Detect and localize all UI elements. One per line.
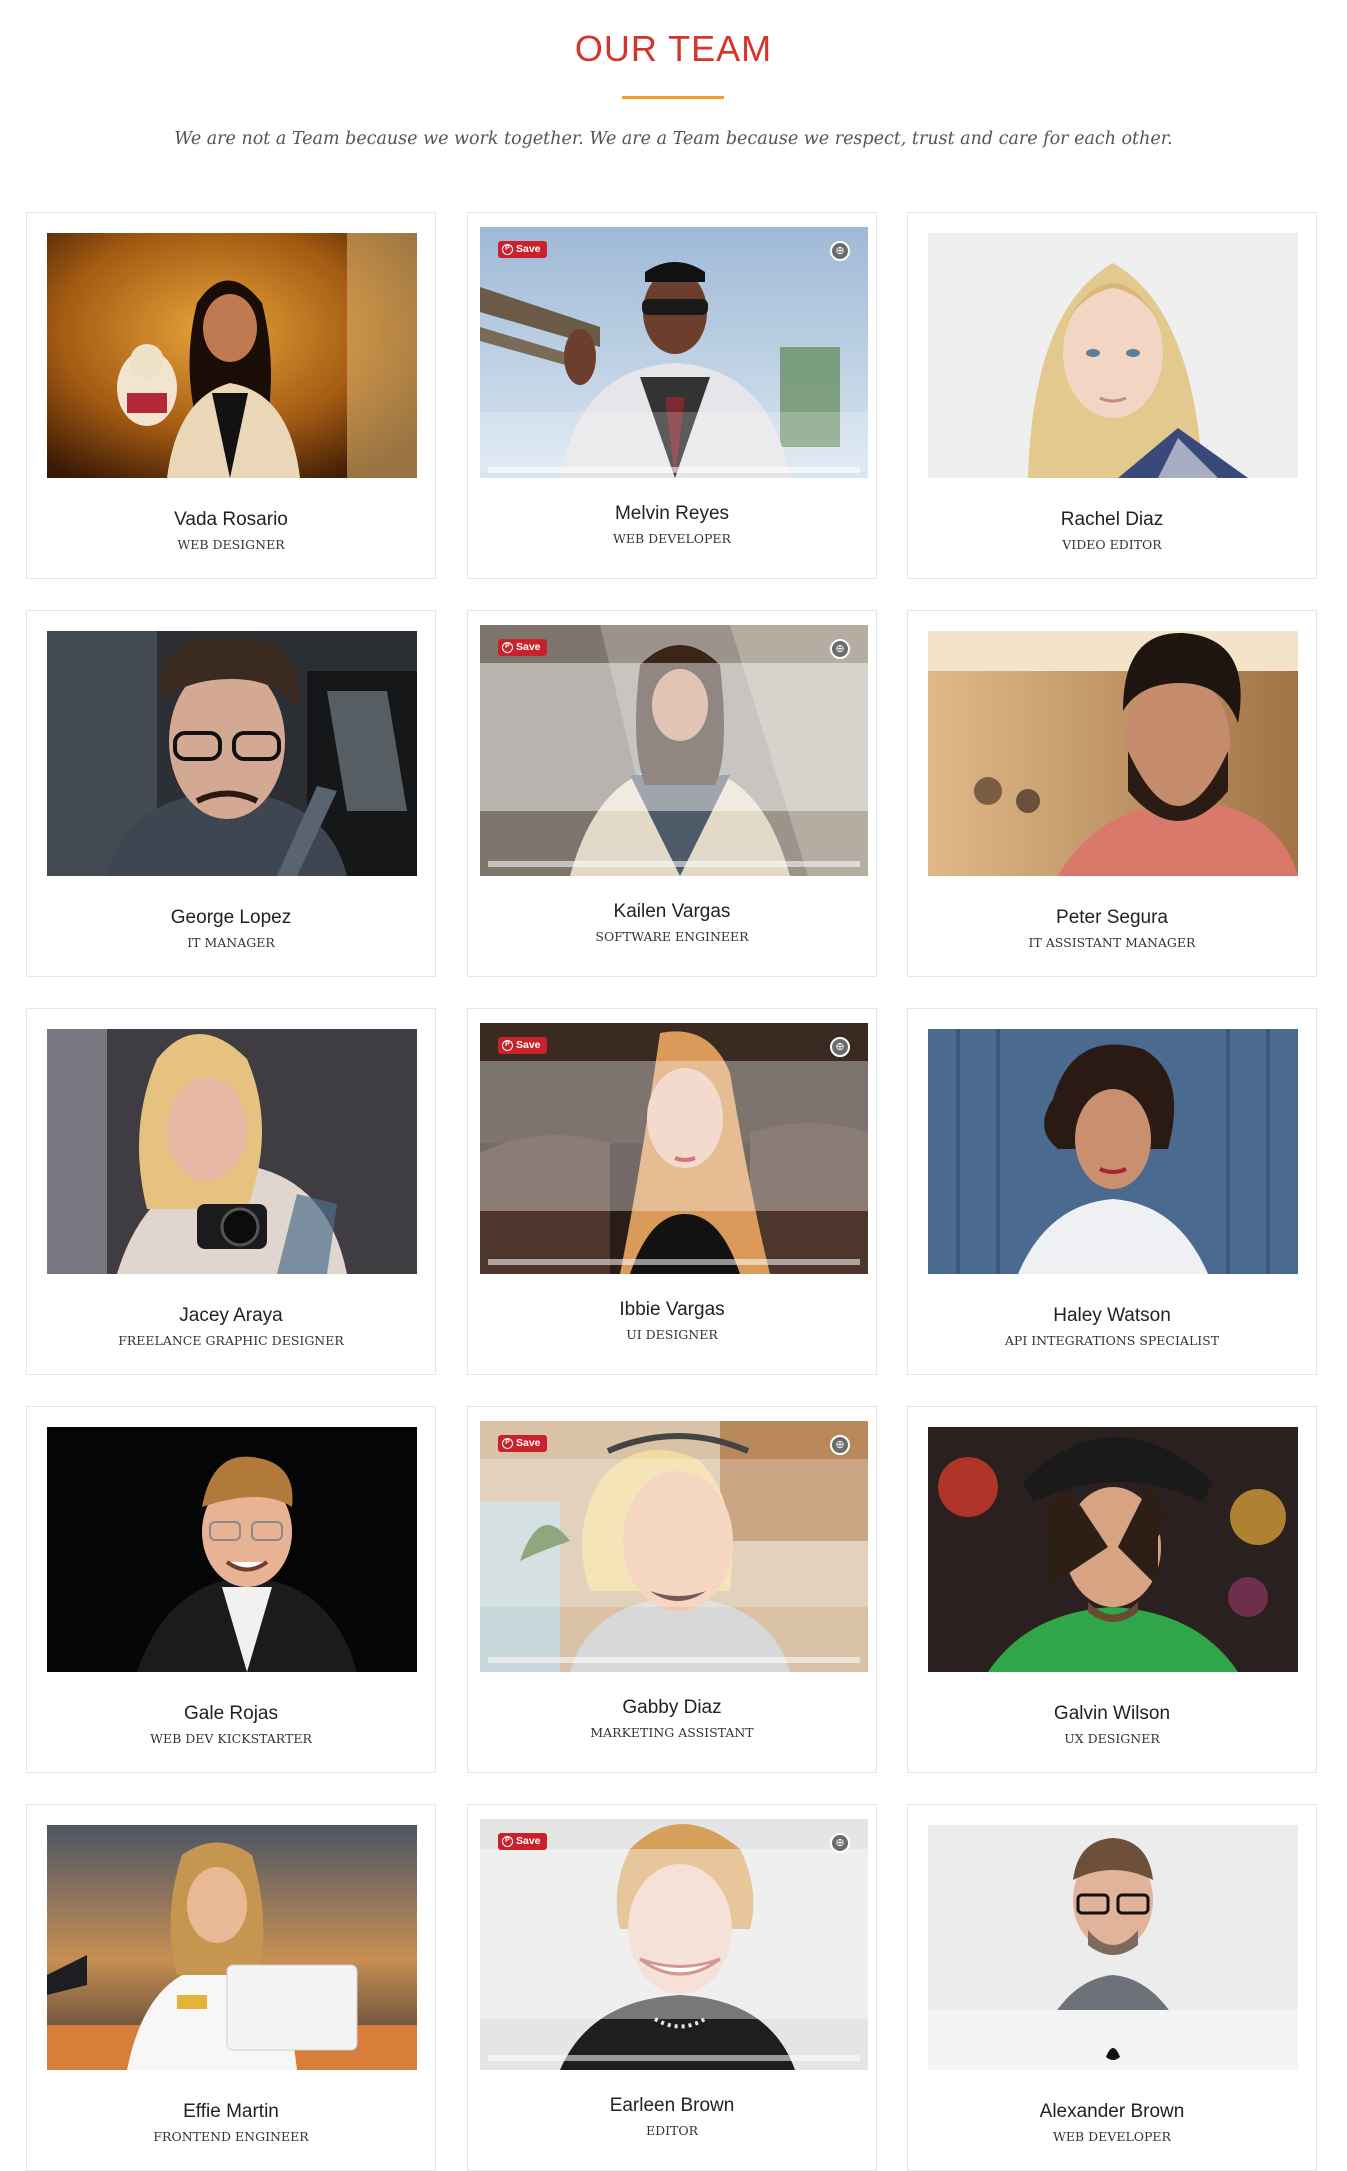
member-name: Earleen Brown xyxy=(609,2095,735,2116)
page-subtitle: We are not a Team because we work togeth… xyxy=(174,129,1173,149)
member-name: Haley Watson xyxy=(1053,1305,1171,1326)
member-name: Melvin Reyes xyxy=(614,503,730,524)
member-name: Ibbie Vargas xyxy=(619,1299,725,1320)
member-photo[interactable] xyxy=(47,1427,417,1672)
team-card[interactable]: Jacey Araya FREELANCE GRAPHIC DESIGNER xyxy=(26,1008,436,1375)
member-photo[interactable] xyxy=(47,1825,417,2070)
member-name: Gabby Diaz xyxy=(622,1697,722,1718)
member-name: George Lopez xyxy=(170,907,292,928)
member-name: Gale Rojas xyxy=(184,1703,278,1724)
member-role: SOFTWARE ENGINEER xyxy=(595,929,749,944)
member-role: IT MANAGER xyxy=(187,935,275,950)
member-role: WEB DEVELOPER xyxy=(613,531,731,546)
member-photo[interactable] xyxy=(928,1029,1298,1274)
member-name: Peter Segura xyxy=(1056,907,1168,928)
team-card[interactable]: Haley Watson API INTEGRATIONS SPECIALIST xyxy=(907,1008,1317,1375)
team-card[interactable]: Alexander Brown WEB DEVELOPER xyxy=(907,1804,1317,2171)
member-photo[interactable] xyxy=(928,233,1298,478)
title-divider xyxy=(622,96,724,99)
member-name: Alexander Brown xyxy=(1039,2101,1185,2122)
member-role: WEB DESIGNER xyxy=(177,537,285,552)
member-role: IT ASSISTANT MANAGER xyxy=(1028,935,1196,950)
member-photo[interactable]: P Save ⊕ xyxy=(480,1819,868,2070)
team-card[interactable]: P Save ⊕ Ibbie Vargas UI DESIGNER xyxy=(467,1008,877,1375)
member-photo[interactable]: P Save ⊕ xyxy=(480,1421,868,1672)
member-name: Kailen Vargas xyxy=(613,901,731,922)
team-card[interactable]: P Save ⊕ Melvin Reyes WEB DEVELOPER xyxy=(467,212,877,579)
page-title: OUR TEAM xyxy=(574,28,773,69)
team-card[interactable]: Effie Martin FRONTEND ENGINEER xyxy=(26,1804,436,2171)
member-role: WEB DEV KICKSTARTER xyxy=(150,1731,312,1746)
member-photo[interactable] xyxy=(47,233,417,478)
member-name: Jacey Araya xyxy=(179,1305,283,1326)
member-photo[interactable]: P Save ⊕ xyxy=(480,1023,868,1274)
member-role: FREELANCE GRAPHIC DESIGNER xyxy=(118,1333,344,1348)
team-card[interactable]: Rachel Diaz VIDEO EDITOR xyxy=(907,212,1317,579)
member-role: WEB DEVELOPER xyxy=(1053,2129,1171,2144)
member-name: Galvin Wilson xyxy=(1053,1703,1171,1724)
team-card[interactable]: Galvin Wilson UX DESIGNER xyxy=(907,1406,1317,1773)
team-card[interactable]: Vada Rosario WEB DESIGNER xyxy=(26,212,436,579)
team-card[interactable]: Peter Segura IT ASSISTANT MANAGER xyxy=(907,610,1317,977)
member-photo[interactable] xyxy=(928,1825,1298,2070)
member-role: API INTEGRATIONS SPECIALIST xyxy=(1004,1333,1220,1348)
team-card[interactable]: George Lopez IT MANAGER xyxy=(26,610,436,977)
team-card[interactable]: P Save ⊕ Earleen Brown EDITOR xyxy=(467,1804,877,2171)
team-card[interactable]: Gale Rojas WEB DEV KICKSTARTER xyxy=(26,1406,436,1773)
member-photo[interactable] xyxy=(928,1427,1298,1672)
member-name: Effie Martin xyxy=(183,2101,279,2122)
member-role: MARKETING ASSISTANT xyxy=(590,1725,754,1740)
member-role: VIDEO EDITOR xyxy=(1062,537,1162,552)
member-photo[interactable] xyxy=(47,631,417,876)
member-name: Rachel Diaz xyxy=(1060,509,1164,530)
member-photo[interactable]: P Save ⊕ xyxy=(480,625,868,876)
member-role: UX DESIGNER xyxy=(1064,1731,1160,1746)
member-photo[interactable] xyxy=(47,1029,417,1274)
member-name: Vada Rosario xyxy=(174,509,288,530)
member-role: UI DESIGNER xyxy=(626,1327,718,1342)
member-photo[interactable] xyxy=(928,631,1298,876)
member-role: EDITOR xyxy=(645,2123,699,2138)
team-card[interactable]: P Save ⊕ Kailen Vargas SOFTWARE ENGINEER xyxy=(467,610,877,977)
member-role: FRONTEND ENGINEER xyxy=(153,2129,309,2144)
member-photo[interactable]: P Save ⊕ xyxy=(480,227,868,478)
team-card[interactable]: P Save ⊕ Gabby Diaz MARKETING ASSISTANT xyxy=(467,1406,877,1773)
